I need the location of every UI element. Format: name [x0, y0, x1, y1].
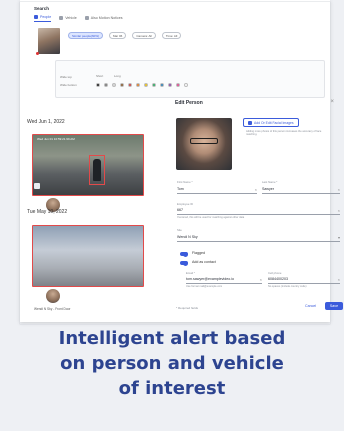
marketing-caption: Intelligent alert based on person and ve…	[0, 326, 344, 401]
cancel-button[interactable]: Cancel	[305, 304, 316, 308]
color-swatch-9[interactable]	[168, 83, 172, 87]
color-swatch-7[interactable]	[152, 83, 156, 87]
save-button[interactable]: Save	[325, 302, 343, 310]
add-face-images-label: Add Or Edit Facial Images	[254, 120, 294, 125]
first-name-field[interactable]: Tom ×	[177, 185, 257, 194]
color-swatch-5[interactable]	[136, 83, 140, 87]
last-name-field[interactable]: Sawyer ×	[262, 185, 340, 194]
detection-box	[33, 226, 49, 256]
style-short[interactable]: Short	[96, 74, 103, 78]
filter-row-bottom[interactable]: Wide bottom	[60, 83, 77, 87]
detection-box	[89, 155, 105, 185]
tab-vehicle[interactable]: Vehicle	[59, 15, 77, 22]
color-swatch-4[interactable]	[128, 83, 132, 87]
sighting-date-2: Tue May 10, 2022	[27, 209, 68, 215]
chip-similar-people[interactable]: Similar people(60%)	[68, 32, 104, 39]
color-swatch-3[interactable]	[120, 83, 124, 87]
appearance-filter-panel: Wide top Wide bottom Short Long	[55, 60, 325, 98]
phone-hint: No spaces (include country code)	[268, 285, 307, 288]
sighting-person-name: Wendi N Sky - Front Door	[34, 307, 71, 311]
search-face-thumbnail[interactable]	[38, 28, 60, 54]
tab-people[interactable]: People	[34, 15, 52, 22]
add-face-images-button[interactable]: Add Or Edit Facial Images	[243, 118, 299, 127]
sighting-video-2[interactable]	[32, 225, 144, 287]
chevron-down-icon[interactable]: ▾	[338, 235, 340, 240]
tab-motion-label: Also Motion Notices	[90, 15, 123, 20]
edit-person-title: Edit Person	[175, 100, 203, 106]
glasses-outline	[190, 138, 218, 144]
camera-icon	[34, 183, 40, 189]
caption-line-1: Intelligent alert based	[58, 328, 286, 349]
tab-motion[interactable]: Also Motion Notices	[84, 15, 123, 22]
email-hint: Use format mail@example.com	[186, 285, 223, 288]
flagged-toggle[interactable]	[180, 251, 188, 257]
sighting-date-1: Wed Jun 1, 2022	[27, 119, 65, 125]
style-long[interactable]: Long	[114, 74, 121, 78]
clear-icon[interactable]: ×	[338, 277, 340, 282]
employee-id-field[interactable]: 667 ×	[177, 206, 340, 215]
caption-line-3: of interest	[118, 378, 226, 399]
last-name-value: Sawyer	[262, 187, 274, 191]
email-value: tom.sawyer@examplevideo.io	[186, 277, 234, 281]
required-note: * Required fields	[176, 306, 199, 310]
filter-chips: Similar people(60%) Mar 06 Camera: All T…	[68, 32, 182, 39]
contact-label: Add as contact	[192, 260, 216, 264]
employee-hint: If entered, this will be used for matchi…	[177, 216, 245, 219]
color-swatches	[96, 83, 188, 87]
color-swatch-6[interactable]	[144, 83, 148, 87]
clear-icon[interactable]: ×	[255, 187, 257, 192]
search-title: Search	[34, 6, 50, 11]
person-face-photo[interactable]	[176, 118, 232, 170]
site-select[interactable]: Wendi N Sky ▾	[177, 233, 340, 242]
email-field[interactable]: tom.sawyer@examplevideo.io ×	[186, 275, 262, 284]
color-swatch-10[interactable]	[176, 83, 180, 87]
motion-icon	[84, 15, 89, 20]
first-name-value: Tom	[177, 187, 184, 191]
color-swatch-0[interactable]	[96, 83, 100, 87]
color-swatch-2[interactable]	[112, 83, 116, 87]
video-timestamp: Wed Jun 01 10:59:21.99 AM	[37, 137, 75, 141]
person-avatar-2	[46, 289, 60, 303]
sighting-video-1[interactable]: Wed Jun 01 10:59:21.99 AM	[32, 134, 144, 196]
clear-icon[interactable]: ×	[338, 187, 340, 192]
close-icon[interactable]: ×	[330, 99, 334, 105]
phone-value: 6084400203	[268, 277, 288, 281]
chip-date[interactable]: Mar 06	[109, 32, 127, 39]
car-icon	[59, 15, 64, 20]
last-name-label: Last Name *	[262, 180, 278, 184]
chip-camera[interactable]: Camera: All	[132, 32, 156, 39]
clear-icon[interactable]: ×	[260, 277, 262, 282]
tab-people-label: People	[40, 15, 52, 19]
phone-field[interactable]: 6084400203 ×	[268, 275, 340, 284]
color-swatch-1[interactable]	[104, 83, 108, 87]
site-value: Wendi N Sky	[177, 235, 198, 239]
chip-time[interactable]: Time: All	[161, 32, 182, 39]
caption-line-2: on person and vehicle	[60, 353, 284, 374]
first-name-label: First Name *	[177, 180, 193, 184]
tab-vehicle-label: Vehicle	[65, 15, 77, 20]
clear-icon[interactable]: ×	[338, 208, 340, 213]
contact-toggle[interactable]	[180, 260, 188, 266]
color-swatch-8[interactable]	[160, 83, 164, 87]
remove-face-icon[interactable]	[36, 52, 39, 55]
site-label: Site	[177, 228, 182, 232]
face-hint: Adding more photos of this person increa…	[246, 130, 322, 137]
color-swatch-11[interactable]	[184, 83, 188, 87]
image-icon	[248, 120, 252, 125]
flagged-label: Flagged	[192, 251, 205, 255]
search-tabs: People Vehicle Also Motion Notices	[34, 15, 123, 22]
employee-id-value: 667	[177, 208, 183, 212]
filter-row-top[interactable]: Wide top	[60, 75, 72, 79]
person-icon	[34, 15, 38, 19]
